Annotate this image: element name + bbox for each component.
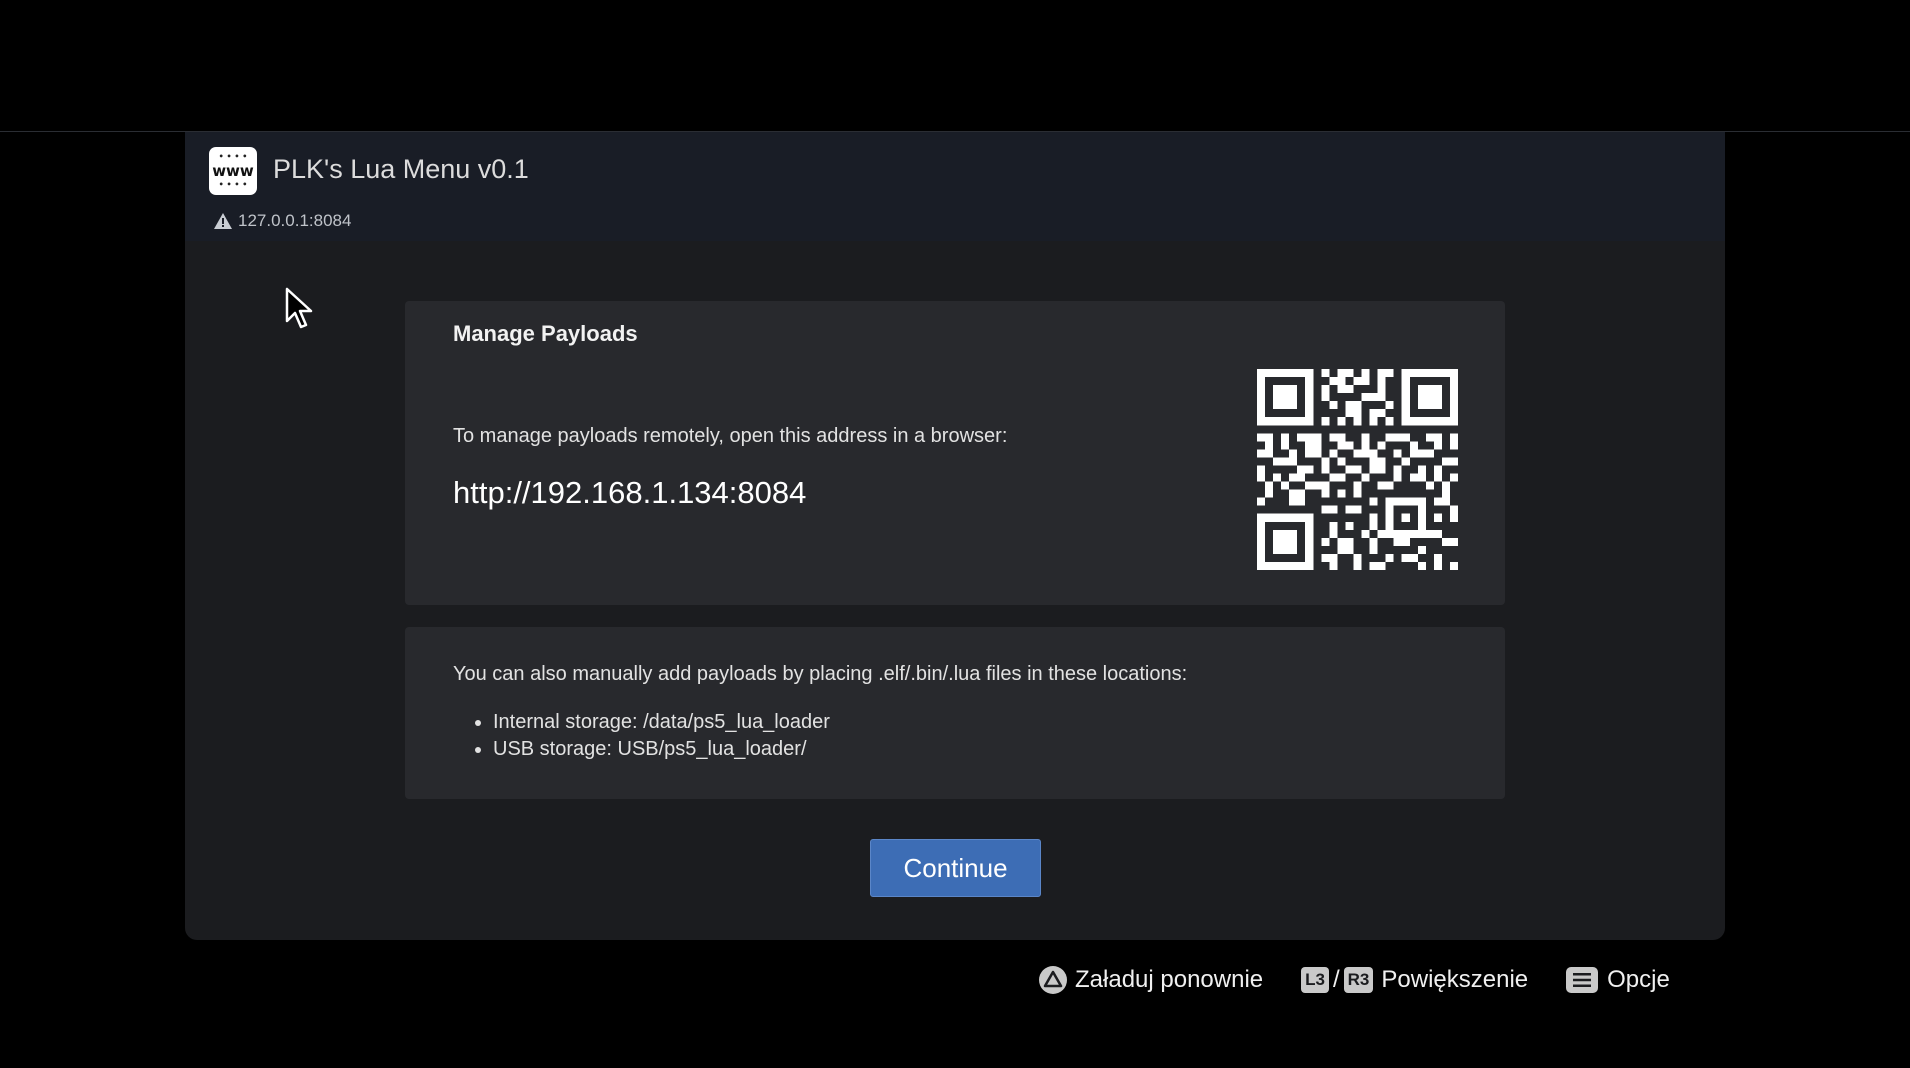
remote-address[interactable]: http://192.168.1.134:8084 [453, 475, 806, 511]
card-title: Manage Payloads [453, 321, 638, 346]
key-separator: / [1332, 966, 1340, 993]
list-item-internal-storage: Internal storage: /data/ps5_lua_loader [493, 709, 830, 736]
manual-instruction-text: You can also manually add payloads by pl… [453, 663, 1188, 685]
options-hint[interactable]: Opcje [1566, 966, 1670, 994]
window-header: • • • • www • • • • PLK's Lua Menu v0.1 … [185, 132, 1725, 241]
browser-window: • • • • www • • • • PLK's Lua Menu v0.1 … [185, 132, 1725, 940]
url-bar: 127.0.0.1:8084 [213, 211, 351, 231]
warning-icon [214, 213, 232, 229]
list-item-usb-storage: USB storage: USB/ps5_lua_loader/ [493, 736, 830, 763]
options-label: Opcje [1607, 966, 1670, 993]
r3-button-icon: R3 [1343, 967, 1374, 993]
manual-payloads-card: You can also manually add payloads by pl… [405, 627, 1505, 799]
triangle-button-icon [1039, 966, 1067, 994]
controller-hints-bar: Załaduj ponownie L3 / R3 Powiększenie Op… [1038, 962, 1670, 998]
reload-hint[interactable]: Załaduj ponownie [1038, 965, 1263, 995]
zoom-hint[interactable]: L3 / R3 Powiększenie [1301, 966, 1528, 994]
reload-label: Załaduj ponownie [1075, 966, 1264, 993]
zoom-label: Powiększenie [1381, 966, 1529, 993]
l3-button-icon: L3 [1301, 967, 1329, 993]
locations-list: Internal storage: /data/ps5_lua_loader U… [453, 709, 830, 763]
url-text: 127.0.0.1:8084 [238, 211, 352, 230]
mouse-cursor-icon [285, 287, 313, 329]
qr-code-icon [1257, 369, 1458, 570]
manage-payloads-card: Manage Payloads To manage payloads remot… [405, 301, 1505, 605]
options-button-icon [1566, 967, 1599, 993]
instruction-text: To manage payloads remotely, open this a… [453, 425, 1008, 447]
app-title: PLK's Lua Menu v0.1 [273, 154, 529, 184]
continue-button[interactable]: Continue [870, 839, 1041, 897]
app-www-icon: • • • • www • • • • [209, 147, 257, 195]
